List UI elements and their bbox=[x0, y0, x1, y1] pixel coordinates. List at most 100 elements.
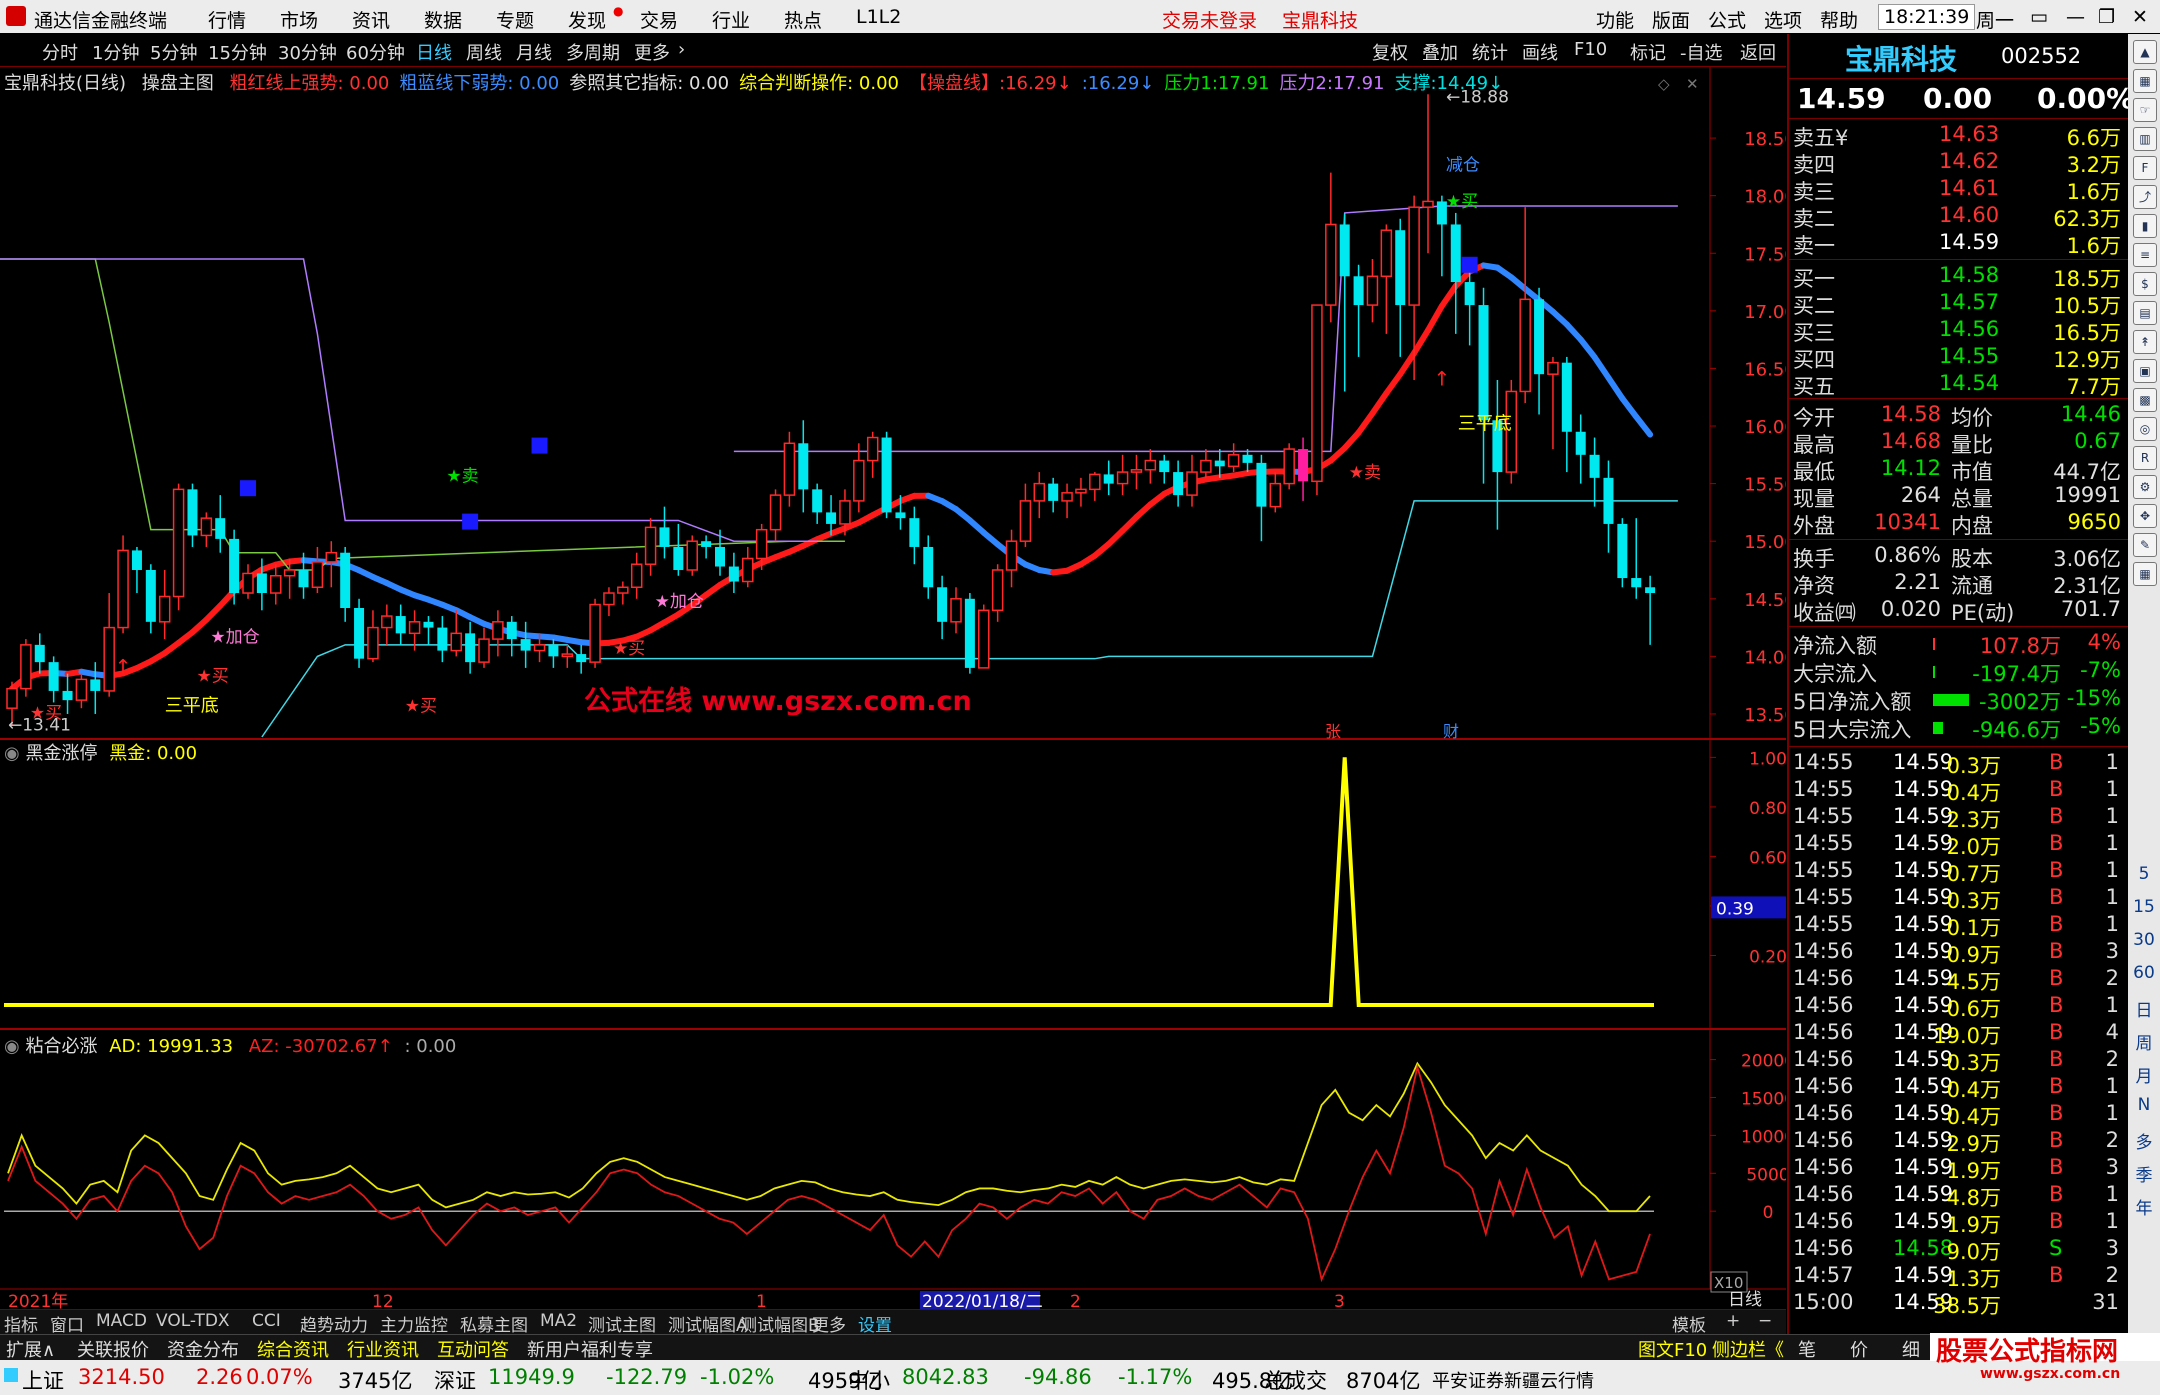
tool-f10[interactable]: F10 bbox=[1574, 39, 1607, 60]
sub2-title[interactable]: 粘合必涨 bbox=[25, 1036, 97, 1057]
side-period-1[interactable]: 15 bbox=[2128, 897, 2160, 917]
f10-icon[interactable]: F bbox=[2133, 156, 2157, 180]
menu-item-layout[interactable]: 版面 bbox=[1652, 6, 1690, 33]
tick-row[interactable]: 14:56 14.59 0.3万 B 2 bbox=[1789, 1047, 2129, 1075]
indicator-toggle-icon[interactable]: ◉ bbox=[4, 1036, 20, 1057]
menu-item-hot[interactable]: 热点 bbox=[784, 6, 822, 33]
side-period-7[interactable]: N bbox=[2128, 1095, 2160, 1115]
tool-overlay[interactable]: 叠加 bbox=[1422, 39, 1458, 65]
tab-8[interactable]: MA2 bbox=[540, 1311, 577, 1331]
tick-row[interactable]: 15:00 14.59 38.5万 31 bbox=[1789, 1290, 2129, 1318]
tab-1[interactable]: 窗口 bbox=[50, 1311, 84, 1336]
tab-0[interactable]: 指标 bbox=[4, 1311, 38, 1336]
side-link-2[interactable]: 笔 bbox=[1798, 1336, 1816, 1362]
tab-3[interactable]: VOL-TDX bbox=[156, 1311, 230, 1331]
tick-row[interactable]: 14:56 14.59 1.9万 B 3 bbox=[1789, 1155, 2129, 1183]
tick-row[interactable]: 14:56 14.59 0.4万 B 1 bbox=[1789, 1101, 2129, 1129]
tool-stats[interactable]: 统计 bbox=[1472, 39, 1508, 65]
tick-row[interactable]: 14:55 14.59 2.0万 B 1 bbox=[1789, 831, 2129, 859]
tick-row[interactable]: 14:56 14.59 4.8万 B 1 bbox=[1789, 1182, 2129, 1210]
tool-draw[interactable]: 画线 bbox=[1522, 39, 1558, 65]
tick-row[interactable]: 14:55 14.59 0.7万 B 1 bbox=[1789, 858, 2129, 886]
trend-icon[interactable]: ⤴ bbox=[2133, 185, 2157, 209]
close-button[interactable]: ✕ bbox=[2132, 6, 2148, 28]
login-status[interactable]: 交易未登录 bbox=[1162, 6, 1257, 33]
side-link-3[interactable]: 价 bbox=[1850, 1336, 1868, 1362]
zoom-in-button[interactable]: + bbox=[1726, 1311, 1740, 1331]
menu-item-l1l2[interactable]: L1L2 bbox=[856, 6, 901, 28]
tab-9[interactable]: 测试主图 bbox=[588, 1311, 656, 1336]
side-period-9[interactable]: 季 bbox=[2128, 1161, 2160, 1186]
menu-item-news[interactable]: 资讯 bbox=[352, 6, 390, 33]
index-name[interactable]: 上证 bbox=[22, 1365, 64, 1395]
grid-icon[interactable]: ▦ bbox=[2133, 562, 2157, 586]
tab-5[interactable]: 趋势动力 bbox=[300, 1311, 368, 1336]
list-icon[interactable]: ≡ bbox=[2133, 243, 2157, 267]
link-6[interactable]: 新用户福利专享 bbox=[527, 1336, 653, 1362]
sub1-title[interactable]: 黑金涨停 bbox=[25, 743, 97, 764]
link-0[interactable]: 扩展∧ bbox=[6, 1336, 55, 1362]
tab-12[interactable]: 更多 bbox=[812, 1311, 846, 1336]
tick-row[interactable]: 14:56 14.59 0.6万 B 1 bbox=[1789, 993, 2129, 1021]
tab-11[interactable]: 测试幅图B bbox=[740, 1311, 820, 1336]
menu-item-quotes[interactable]: 行情 bbox=[208, 6, 246, 33]
tool-mark[interactable]: 标记 bbox=[1630, 39, 1666, 65]
tab-13[interactable]: 设置 bbox=[858, 1311, 892, 1336]
cal-icon[interactable]: ▩ bbox=[2133, 388, 2157, 412]
bars-icon[interactable]: ▥ bbox=[2133, 127, 2157, 151]
tick-row[interactable]: 14:56 14.59 19.0万 B 4 bbox=[1789, 1020, 2129, 1048]
chart-icon[interactable]: ▦ bbox=[2133, 69, 2157, 93]
doc-icon[interactable]: ▤ bbox=[2133, 301, 2157, 325]
period-multi[interactable]: 多周期 bbox=[566, 39, 620, 65]
period-monthly[interactable]: 月线 bbox=[516, 39, 552, 65]
pen-icon[interactable]: ✎ bbox=[2133, 533, 2157, 557]
link-3[interactable]: 综合资讯 bbox=[257, 1336, 329, 1362]
side-period-0[interactable]: 5 bbox=[2128, 864, 2160, 884]
fig-icon[interactable]: ▣ bbox=[2133, 359, 2157, 383]
tick-row[interactable]: 14:56 14.59 4.5万 B 2 bbox=[1789, 966, 2129, 994]
menu-item-discover[interactable]: 发现 bbox=[568, 6, 606, 33]
zoom-out-button[interactable]: − bbox=[1758, 1311, 1772, 1331]
menu-item-topics[interactable]: 专题 bbox=[496, 6, 534, 33]
period-1min[interactable]: 1分钟 bbox=[92, 39, 139, 65]
menu-item-formula[interactable]: 公式 bbox=[1708, 6, 1746, 33]
menu-item-data[interactable]: 数据 bbox=[424, 6, 462, 33]
menu-item-function[interactable]: 功能 bbox=[1596, 6, 1634, 33]
tick-row[interactable]: 14:55 14.59 0.1万 B 1 bbox=[1789, 912, 2129, 940]
gear-icon[interactable]: ⚙ bbox=[2133, 475, 2157, 499]
tab-template[interactable]: 模板 bbox=[1672, 1311, 1706, 1336]
kline-icon[interactable]: ▮ bbox=[2133, 214, 2157, 238]
chart-area[interactable]: 宝鼎科技(日线) 操盘主图 粗红线上强势: 0.00 粗蓝线下弱势: 0.00 参照… bbox=[0, 67, 1786, 1310]
link-5[interactable]: 互动问答 bbox=[437, 1336, 509, 1362]
period-5min[interactable]: 5分钟 bbox=[150, 39, 197, 65]
tick-row[interactable]: 14:57 14.59 1.3万 B 2 bbox=[1789, 1263, 2129, 1291]
restore-window-icon[interactable]: ▭ bbox=[2030, 6, 2048, 28]
side-period-4[interactable]: 日 bbox=[2128, 996, 2160, 1021]
tick-row[interactable]: 14:56 14.59 2.9万 B 2 bbox=[1789, 1128, 2129, 1156]
side-period-2[interactable]: 30 bbox=[2128, 930, 2160, 950]
menu-item-options[interactable]: 选项 bbox=[1764, 6, 1802, 33]
tool-back[interactable]: 返回 bbox=[1740, 39, 1776, 65]
circle-icon[interactable]: ◎ bbox=[2133, 417, 2157, 441]
tick-row[interactable]: 14:56 14.59 1.9万 B 1 bbox=[1789, 1209, 2129, 1237]
index-name[interactable]: 中小 bbox=[848, 1365, 890, 1395]
menu-item-market[interactable]: 市场 bbox=[280, 6, 318, 33]
side-period-3[interactable]: 60 bbox=[2128, 963, 2160, 983]
move-icon[interactable]: ✥ bbox=[2133, 504, 2157, 528]
tool-adjust[interactable]: 复权 bbox=[1372, 39, 1408, 65]
side-link-0[interactable]: 图文F10 bbox=[1638, 1336, 1707, 1362]
period-daily[interactable]: 日线 bbox=[416, 39, 452, 65]
link-4[interactable]: 行业资讯 bbox=[347, 1336, 419, 1362]
up-icon[interactable]: ▲ bbox=[2133, 40, 2157, 64]
maximize-button[interactable]: ❐ bbox=[2098, 6, 2115, 28]
side-period-6[interactable]: 月 bbox=[2128, 1062, 2160, 1087]
tab-6[interactable]: 主力监控 bbox=[380, 1311, 448, 1336]
tick-row[interactable]: 14:56 14.59 0.9万 B 3 bbox=[1789, 939, 2129, 967]
tick-row[interactable]: 14:55 14.59 2.3万 B 1 bbox=[1789, 804, 2129, 832]
tick-row[interactable]: 14:56 14.59 0.4万 B 1 bbox=[1789, 1074, 2129, 1102]
index-name[interactable]: 深证 bbox=[434, 1365, 476, 1395]
period-more[interactable]: 更多 bbox=[634, 39, 670, 65]
minimize-button[interactable]: — bbox=[2066, 6, 2085, 28]
tab-10[interactable]: 测试幅图A bbox=[668, 1311, 748, 1336]
indicator-toggle-icon[interactable]: ◉ bbox=[4, 743, 20, 764]
